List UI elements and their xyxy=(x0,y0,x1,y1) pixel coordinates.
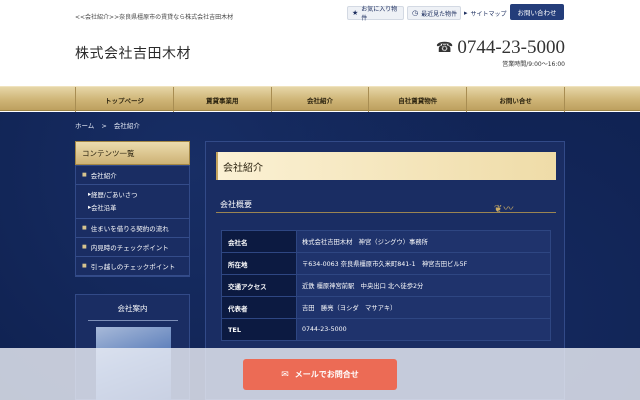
sidebar-subitem-history[interactable]: ▸ 会社沿革 xyxy=(76,201,189,214)
table-row: 代表者 吉田 勝亮（ヨシダ マサアキ） xyxy=(221,296,551,319)
global-nav: トップページ 賃貸事業用 会社紹介 自社賃貸物件 お問い合せ xyxy=(0,86,640,112)
table-row-value: 吉田 勝亮（ヨシダ マサアキ） xyxy=(296,296,551,319)
phone-number: ☎ 0744-23-5000 xyxy=(436,37,565,59)
table-row: TEL 0744-23-5000 xyxy=(221,318,551,341)
sidebar-item-moving-checkpoints[interactable]: ■ 引っ越しのチェックポイント xyxy=(76,257,189,276)
nav-item-rental-business[interactable]: 賃貸事業用 xyxy=(172,87,271,112)
sidebar-item-company[interactable]: ■ 会社紹介 xyxy=(76,166,189,185)
phone-icon: ☎ xyxy=(435,40,454,56)
bullet-icon: ■ xyxy=(82,172,87,178)
page-title: 会社紹介 xyxy=(216,152,556,180)
divider xyxy=(216,212,556,213)
bullet-icon: ■ xyxy=(82,225,87,231)
sidebar-item-viewing-checkpoints[interactable]: ■ 内見時のチェックポイント xyxy=(76,238,189,257)
table-row-label: 所在地 xyxy=(221,252,297,275)
mail-contact-button[interactable]: ✉ メールでお問合せ xyxy=(243,359,397,390)
mail-contact-label: メールでお問合せ xyxy=(294,370,359,379)
table-row-label: 交通アクセス xyxy=(221,274,297,297)
global-nav-list: トップページ 賃貸事業用 会社紹介 自社賃貸物件 お問い合せ xyxy=(75,87,565,112)
company-overview-table: 会社名 株式会社吉田木材 神宮（ジングウ）事務所 所在地 〒634-0063 奈… xyxy=(221,230,551,341)
table-row-value[interactable]: 0744-23-5000 xyxy=(296,318,551,341)
breadcrumb-home[interactable]: ホーム xyxy=(75,122,94,130)
clock-icon: ◷ xyxy=(412,9,419,17)
divider xyxy=(87,320,178,321)
favorites-button[interactable]: ★ お気に入り物件 xyxy=(347,6,404,22)
company-info-card-title: 会社案内 xyxy=(117,304,148,313)
site-header: <<会社紹介>>奈良県橿原市の賃貸なら株式会社吉田木材 ★ お気に入り物件 ◷ … xyxy=(0,0,640,86)
recent-label: 最近見た物件 xyxy=(421,10,458,18)
sidebar-subitem-label: 会社沿革 xyxy=(91,205,117,212)
sidebar-item-label: 住まいを借りる契約の流れ xyxy=(90,225,169,233)
sitemap-link[interactable]: ▸ サイトマップ xyxy=(464,6,507,20)
phone-text: 0744-23-5000 xyxy=(457,37,565,58)
sidebar-subitem-label: 経歴/ごあいさつ xyxy=(91,192,138,199)
sidebar-item-contract-flow[interactable]: ■ 住まいを借りる契約の流れ xyxy=(76,219,189,238)
sidebar-heading: コンテンツ一覧 xyxy=(75,141,190,165)
sidebar-item-label: 内見時のチェックポイント xyxy=(90,244,169,252)
header-breadcrumb[interactable]: <<会社紹介>>奈良県橿原市の賃貸なら株式会社吉田木材 xyxy=(75,12,233,21)
table-row: 所在地 〒634-0063 奈良県橿原市久米町841-1 神宮吉田ビル5F xyxy=(221,252,551,275)
recent-button[interactable]: ◷ 最近見た物件 xyxy=(407,6,461,20)
bullet-icon: ■ xyxy=(82,263,87,269)
header-contact-button[interactable]: お問い合わせ xyxy=(510,4,564,20)
favorites-label: お気に入り物件 xyxy=(361,6,398,22)
table-row-value: 近鉄 橿原神宮前駅 中央出口 北へ徒歩2分 xyxy=(296,274,551,297)
sidebar-item-label: 引っ越しのチェックポイント xyxy=(90,263,176,271)
bullet-icon: ■ xyxy=(82,244,87,250)
sidebar-item-label: 会社紹介 xyxy=(90,172,117,180)
sidebar-menu: ■ 会社紹介 ▸ 経歴/ごあいさつ ▸ 会社沿革 ■ 住まいを借りる契約の流れ … xyxy=(75,165,190,277)
breadcrumb-separator: > xyxy=(101,122,107,130)
nav-item-own-properties[interactable]: 自社賃貸物件 xyxy=(368,87,466,112)
site-logo[interactable]: 株式会社吉田木材 xyxy=(75,43,191,63)
star-icon: ★ xyxy=(352,9,359,17)
nav-item-company[interactable]: 会社紹介 xyxy=(270,87,369,112)
sitemap-label: サイトマップ xyxy=(470,10,507,18)
sidebar-submenu: ▸ 経歴/ごあいさつ ▸ 会社沿革 xyxy=(76,185,189,219)
table-row: 交通アクセス 近鉄 橿原神宮前駅 中央出口 北へ徒歩2分 xyxy=(221,274,551,297)
sidebar-subitem-greeting[interactable]: ▸ 経歴/ごあいさつ xyxy=(76,188,189,201)
table-row-value: 株式会社吉田木材 神宮（ジングウ）事務所 xyxy=(296,230,551,253)
envelope-icon: ✉ xyxy=(281,369,289,380)
section-heading: 会社概要 xyxy=(220,200,252,209)
business-hours: 営業時間/9:00～16:00 xyxy=(502,61,565,68)
breadcrumb-current: 会社紹介 xyxy=(113,122,140,130)
table-row-label: 会社名 xyxy=(221,230,297,253)
table-row-label: TEL xyxy=(221,318,297,341)
nav-item-top[interactable]: トップページ xyxy=(75,87,173,112)
breadcrumb: ホーム > 会社紹介 xyxy=(75,120,140,130)
table-row-value: 〒634-0063 奈良県橿原市久米町841-1 神宮吉田ビル5F xyxy=(296,252,551,275)
nav-item-contact[interactable]: お問い合せ xyxy=(466,87,565,112)
table-row: 会社名 株式会社吉田木材 神宮（ジングウ）事務所 xyxy=(221,230,551,253)
table-row-label: 代表者 xyxy=(221,296,297,319)
arrow-right-icon: ▸ xyxy=(464,9,468,17)
